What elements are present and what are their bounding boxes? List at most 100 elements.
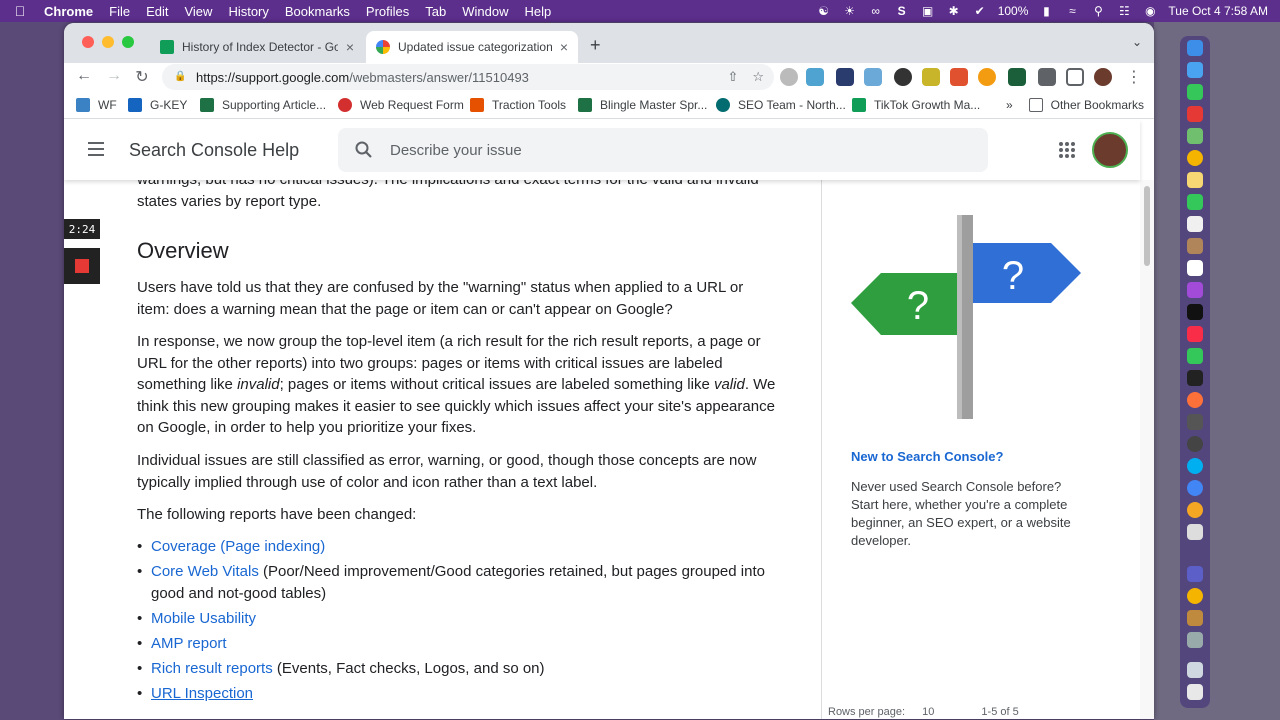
bookmark-tiktok-growth[interactable]: TikTok Growth Ma... — [852, 98, 980, 112]
music-icon[interactable] — [1187, 326, 1203, 342]
maps-icon[interactable] — [1187, 128, 1203, 144]
menu-history[interactable]: History — [220, 4, 276, 19]
link-mobile-usability[interactable]: Mobile Usability — [151, 610, 256, 627]
side-panel-icon[interactable] — [1066, 68, 1084, 86]
app-icon[interactable] — [1187, 610, 1203, 626]
facetime-icon[interactable] — [1187, 194, 1203, 210]
chrome-icon[interactable] — [1187, 150, 1203, 166]
new-tab-button[interactable]: + — [590, 35, 601, 56]
close-window-button[interactable] — [82, 36, 94, 48]
finder-icon[interactable] — [1187, 40, 1203, 56]
apple-tv-icon[interactable] — [1187, 304, 1203, 320]
contacts-icon[interactable] — [1187, 238, 1203, 254]
share-icon[interactable]: ⇧ — [727, 69, 738, 85]
menu-tab[interactable]: Tab — [417, 4, 454, 19]
menubar-clock[interactable]: Tue Oct 4 7:58 AM — [1168, 4, 1268, 18]
extension-orange-icon[interactable] — [978, 68, 996, 86]
siri-icon[interactable]: ◉ — [1142, 4, 1158, 18]
link-url-inspection[interactable]: URL Inspection — [151, 685, 253, 702]
bluetooth-icon[interactable]: ✱ — [946, 4, 962, 18]
account-avatar[interactable] — [1092, 132, 1128, 168]
notes-icon[interactable] — [1187, 172, 1203, 188]
downloads-icon[interactable] — [1187, 662, 1203, 678]
extension-red-icon[interactable] — [950, 68, 968, 86]
back-arrow-icon[interactable]: ← — [74, 67, 94, 85]
check-circle-icon[interactable]: ✔ — [972, 4, 988, 18]
screenflow-icon[interactable] — [1187, 436, 1203, 452]
bookmark-supporting-article[interactable]: Supporting Article... — [200, 98, 326, 112]
link-amp-report[interactable]: AMP report — [151, 635, 227, 652]
mail-icon[interactable] — [1187, 62, 1203, 78]
firefox-icon[interactable] — [1187, 392, 1203, 408]
reload-icon[interactable]: ↻ — [132, 67, 152, 87]
s-app-icon[interactable]: S — [894, 4, 910, 18]
google-apps-icon[interactable] — [1059, 142, 1075, 158]
reminders-icon[interactable] — [1187, 260, 1203, 276]
extension-71-icon[interactable] — [922, 68, 940, 86]
minimize-window-button[interactable] — [102, 36, 114, 48]
chrome-canary-icon[interactable] — [1187, 588, 1203, 604]
search-input[interactable] — [390, 141, 950, 159]
extension-tag-icon[interactable] — [864, 68, 882, 86]
bookmark-star-icon[interactable]: ☆ — [752, 69, 764, 85]
tab-close-icon[interactable]: × — [560, 39, 568, 55]
terminal-icon[interactable] — [1187, 370, 1203, 386]
hamburger-menu-icon[interactable] — [88, 142, 104, 156]
podcasts-icon[interactable] — [1187, 282, 1203, 298]
bookmark-other-bookmarks[interactable]: Other Bookmarks — [1028, 98, 1144, 112]
chrome-alt-icon[interactable] — [1187, 480, 1203, 496]
bookmark-wf[interactable]: WF — [76, 98, 117, 112]
printer-icon[interactable] — [1187, 524, 1203, 540]
extensions-puzzle-icon[interactable] — [1038, 68, 1056, 86]
menu-app-chrome[interactable]: Chrome — [40, 4, 101, 19]
bookmark-seo-team[interactable]: SEO Team - North... — [716, 98, 846, 112]
bookmark-traction-tools[interactable]: Traction Tools — [470, 98, 566, 112]
search-icon[interactable] — [354, 140, 374, 160]
battery-icon[interactable]: ▮ — [1038, 4, 1054, 18]
chrome-menu-icon[interactable]: ⋮ — [1124, 67, 1144, 87]
address-bar[interactable]: 🔒 https://support.google.com/webmasters/… — [162, 64, 774, 90]
forward-arrow-icon[interactable]: → — [104, 67, 124, 85]
menu-edit[interactable]: Edit — [138, 4, 176, 19]
tab-index-detector[interactable]: History of Index Detector - Go × — [150, 31, 364, 63]
extension-chart-icon[interactable] — [836, 68, 854, 86]
screen-icon[interactable]: ▣ — [920, 4, 936, 18]
menu-file[interactable]: File — [101, 4, 138, 19]
bookmark-blingle-master[interactable]: Blingle Master Spr... — [578, 98, 707, 112]
creative-cloud-icon[interactable]: ☯ — [816, 4, 832, 18]
menu-window[interactable]: Window — [454, 4, 516, 19]
sidebar-title-link[interactable]: New to Search Console? — [851, 449, 1003, 464]
menu-profiles[interactable]: Profiles — [358, 4, 417, 19]
spotlight-search-icon[interactable]: ⚲ — [1090, 4, 1106, 18]
link-rich-result-reports[interactable]: Rich result reports — [151, 660, 273, 677]
help-search-box[interactable] — [338, 128, 988, 172]
url-text[interactable]: https://support.google.com/webmasters/an… — [196, 70, 727, 85]
stop-recording-button[interactable] — [64, 248, 100, 284]
news-icon[interactable] — [1187, 106, 1203, 122]
tab-close-icon[interactable]: × — [346, 39, 354, 55]
tab-search-chevron-icon[interactable]: ⌄ — [1132, 35, 1142, 49]
wifi-icon[interactable]: ≈ — [1064, 4, 1080, 18]
apple-menu-icon[interactable]:  — [0, 3, 40, 19]
zoom-window-button[interactable] — [122, 36, 134, 48]
brightness-icon[interactable]: ☀ — [842, 4, 858, 18]
extension-n-icon[interactable] — [806, 68, 824, 86]
menu-bookmarks[interactable]: Bookmarks — [277, 4, 358, 19]
link-coverage[interactable]: Coverage (Page indexing) — [151, 538, 325, 555]
page-scrollbar[interactable] — [1140, 180, 1154, 719]
bookmark-g-key[interactable]: G-KEY — [128, 98, 187, 112]
extension-film-icon[interactable] — [1008, 68, 1026, 86]
profile-avatar-icon[interactable] — [1094, 68, 1112, 86]
app-title[interactable]: Search Console Help — [129, 140, 299, 161]
menu-view[interactable]: View — [176, 4, 220, 19]
photos-icon[interactable] — [1187, 502, 1203, 518]
link-core-web-vitals[interactable]: Core Web Vitals — [151, 563, 259, 580]
bookmark-web-request-form[interactable]: Web Request Form — [338, 98, 464, 112]
scrollbar-thumb[interactable] — [1144, 186, 1150, 266]
teams-icon[interactable] — [1187, 566, 1203, 582]
settings-gear-icon[interactable] — [894, 68, 912, 86]
bookmarks-overflow-button[interactable]: » — [1006, 98, 1013, 112]
numbers-icon[interactable] — [1187, 348, 1203, 364]
extension-k-icon[interactable] — [780, 68, 798, 86]
control-center-icon[interactable]: ☷ — [1116, 4, 1132, 18]
